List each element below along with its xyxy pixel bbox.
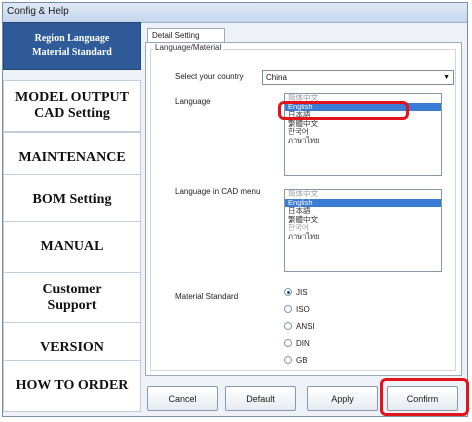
window-title: Config & Help bbox=[7, 6, 69, 17]
radio-label: GB bbox=[296, 355, 308, 365]
radio-dot-icon bbox=[284, 356, 292, 364]
dropdown-arrow-icon: ▼ bbox=[443, 74, 450, 81]
radio-label: ANSI bbox=[296, 321, 315, 331]
radio-dot-icon bbox=[284, 322, 292, 330]
title-bar: Config & Help bbox=[3, 3, 467, 23]
cad-setting-label: CAD Setting bbox=[34, 106, 110, 121]
cad-language-label: Language in CAD menu bbox=[175, 187, 261, 196]
default-button[interactable]: Default bbox=[225, 386, 296, 411]
model-output-label: MODEL OUTPUT bbox=[15, 90, 129, 105]
list-item[interactable]: ภาษาไทย bbox=[285, 232, 441, 242]
radio-dot-icon bbox=[284, 305, 292, 313]
radio-dot-icon bbox=[284, 339, 292, 347]
sidebar-item-customer-support[interactable]: Customer Support bbox=[3, 272, 141, 324]
sidebar-item-manual[interactable]: MANUAL bbox=[3, 221, 141, 273]
english-highlight-marker bbox=[278, 101, 409, 120]
cad-language-listbox[interactable]: 简体中文 English 日本語 繁體中文 한국어 ภาษาไทย bbox=[284, 189, 442, 272]
support-label: Support bbox=[47, 298, 97, 313]
sidebar: Region Language Material Standard MODEL … bbox=[3, 22, 141, 412]
radio-din[interactable]: DIN bbox=[284, 337, 310, 349]
radio-iso[interactable]: ISO bbox=[284, 303, 310, 315]
sidebar-header-line1: Region Language bbox=[34, 33, 110, 44]
country-value: China bbox=[266, 73, 287, 82]
confirm-highlight-marker bbox=[380, 378, 469, 416]
sidebar-item-model-output[interactable]: MODEL OUTPUT CAD Setting bbox=[3, 80, 141, 132]
radio-ansi[interactable]: ANSI bbox=[284, 320, 315, 332]
language-label: Language bbox=[175, 97, 211, 106]
sidebar-item-how-to-order[interactable]: HOW TO ORDER bbox=[3, 360, 141, 412]
material-label: Material Standard bbox=[175, 292, 239, 301]
sidebar-item-bom-setting[interactable]: BOM Setting bbox=[3, 174, 141, 226]
how-to-order-label: HOW TO ORDER bbox=[15, 378, 129, 393]
customer-label: Customer bbox=[42, 282, 102, 297]
sidebar-header-line2: Material Standard bbox=[32, 47, 112, 58]
radio-label: ISO bbox=[296, 304, 310, 314]
radio-jis[interactable]: JIS bbox=[284, 286, 308, 298]
radio-label: JIS bbox=[296, 287, 308, 297]
sidebar-item-region-language[interactable]: Region Language Material Standard bbox=[3, 22, 141, 70]
radio-gb[interactable]: GB bbox=[284, 354, 308, 366]
country-label: Select your country bbox=[175, 72, 244, 81]
version-label: VERSION bbox=[40, 340, 104, 355]
list-item[interactable]: ภาษาไทย bbox=[285, 136, 441, 146]
manual-label: MANUAL bbox=[40, 239, 104, 254]
group-label: Language/Material bbox=[153, 43, 224, 52]
maintenance-label: MAINTENANCE bbox=[18, 150, 126, 165]
country-dropdown[interactable]: China ▼ bbox=[262, 70, 454, 85]
tab-detail-setting[interactable]: Detail Setting bbox=[147, 28, 225, 43]
bom-setting-label: BOM Setting bbox=[32, 192, 112, 207]
cancel-button[interactable]: Cancel bbox=[147, 386, 218, 411]
radio-dot-icon bbox=[284, 288, 292, 296]
radio-label: DIN bbox=[296, 338, 310, 348]
apply-button[interactable]: Apply bbox=[307, 386, 378, 411]
